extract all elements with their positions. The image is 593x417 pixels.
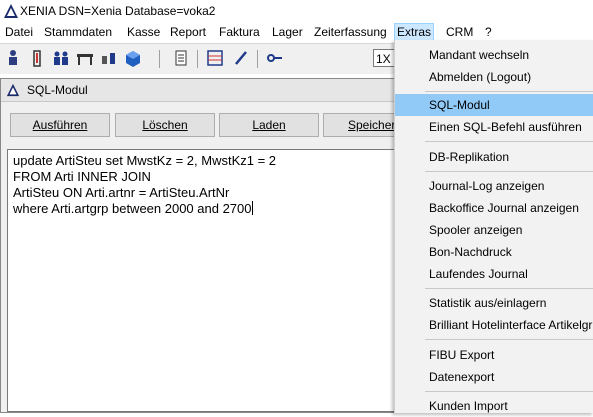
group-icon[interactable] bbox=[51, 48, 71, 68]
menu-item-hotelinterface[interactable]: Brilliant Hotelinterface Artikelgruppen bbox=[395, 314, 593, 336]
pen-icon[interactable] bbox=[231, 48, 251, 68]
menu-separator bbox=[425, 391, 593, 392]
text-caret bbox=[251, 201, 253, 215]
title-bar: XENIA DSN=Xenia Database=voka2 bbox=[0, 0, 593, 22]
menu-item-backoffice-journal[interactable]: Backoffice Journal anzeigen bbox=[395, 197, 593, 219]
save-button[interactable]: Speichern bbox=[323, 113, 401, 137]
menu-bar: Datei Stammdaten Kasse Report Faktura La… bbox=[0, 22, 593, 42]
execute-button[interactable]: Ausführen bbox=[10, 113, 110, 137]
menu-item-label: SQL-Modul bbox=[429, 98, 490, 112]
menu-item-label: Abmelden (Logout) bbox=[429, 70, 532, 84]
menu-item-journal-log[interactable]: Journal-Log anzeigen bbox=[395, 175, 593, 197]
menu-item-mandant-wechseln[interactable]: Mandant wechseln bbox=[395, 44, 593, 66]
menu-item-abmelden[interactable]: Abmelden (Logout) bbox=[395, 66, 593, 88]
menu-item-laufendes-journal[interactable]: Laufendes Journal bbox=[395, 263, 593, 285]
menu-item-label: Laufendes Journal bbox=[429, 267, 528, 281]
abacus-icon[interactable] bbox=[205, 48, 225, 68]
clear-button[interactable]: Löschen bbox=[115, 113, 215, 137]
menu-report[interactable]: Report bbox=[168, 24, 208, 40]
table-icon[interactable] bbox=[75, 48, 95, 68]
menu-item-fibu-export[interactable]: FIBU Export bbox=[395, 344, 593, 366]
menu-crm[interactable]: CRM bbox=[444, 24, 475, 40]
menu-item-kunden-import[interactable]: Kunden Import bbox=[395, 395, 593, 417]
menu-separator bbox=[425, 288, 593, 289]
clear-button-label: Löschen bbox=[142, 118, 188, 132]
menu-separator bbox=[425, 141, 593, 142]
menu-item-db-replikation[interactable]: DB-Replikation bbox=[395, 146, 593, 168]
sql-module-window: SQL-Modul Ausführen Löschen Laden Speich… bbox=[0, 78, 401, 413]
menu-item-label: Spooler anzeigen bbox=[429, 223, 523, 237]
menu-separator bbox=[425, 339, 593, 340]
load-button-label: Laden bbox=[252, 118, 286, 132]
menu-item-label: Statistik aus/einlagern bbox=[429, 296, 547, 310]
menu-help[interactable]: ? bbox=[483, 24, 494, 40]
menu-item-label: Bon-Nachdruck bbox=[429, 245, 512, 259]
sql-query-editor[interactable]: update ArtiSteu set MwstKz = 2, MwstKz1 … bbox=[7, 149, 399, 412]
menu-item-datenexport[interactable]: Datenexport bbox=[395, 366, 593, 388]
menu-item-label: Einen SQL-Befehl ausführen bbox=[429, 120, 582, 134]
toolbar-separator bbox=[257, 50, 258, 68]
box-icon[interactable] bbox=[123, 48, 143, 68]
menu-item-spooler[interactable]: Spooler anzeigen bbox=[395, 219, 593, 241]
menu-item-label: Brilliant Hotelinterface Artikelgruppen bbox=[429, 318, 593, 332]
door-icon[interactable] bbox=[27, 48, 47, 68]
menu-item-label: Journal-Log anzeigen bbox=[429, 179, 545, 193]
menu-item-sql-modul[interactable]: SQL-Modul bbox=[395, 94, 593, 116]
extras-dropdown-menu: Mandant wechseln Abmelden (Logout) SQL-M… bbox=[394, 40, 593, 413]
menu-item-label: Backoffice Journal anzeigen bbox=[429, 201, 579, 215]
query-line: FROM Arti INNER JOIN bbox=[13, 169, 151, 184]
menu-item-label: DB-Replikation bbox=[429, 150, 510, 164]
menu-separator bbox=[425, 171, 593, 172]
menu-extras[interactable]: Extras bbox=[394, 23, 435, 41]
menu-item-label: Kunden Import bbox=[429, 399, 508, 413]
sql-window-title: SQL-Modul bbox=[27, 83, 88, 97]
menu-stammdaten[interactable]: Stammdaten bbox=[42, 24, 114, 40]
menu-kasse[interactable]: Kasse bbox=[125, 24, 162, 40]
menu-separator bbox=[425, 91, 593, 92]
key-icon[interactable] bbox=[265, 48, 285, 68]
sql-window-titlebar[interactable]: SQL-Modul bbox=[1, 79, 399, 102]
xenia-logo-icon bbox=[4, 4, 18, 18]
toolbar-separator bbox=[159, 50, 160, 68]
query-line: ArtiSteu ON Arti.artnr = ArtiSteu.ArtNr bbox=[13, 185, 230, 200]
menu-item-label: FIBU Export bbox=[429, 348, 495, 362]
menu-item-bon-nachdruck[interactable]: Bon-Nachdruck bbox=[395, 241, 593, 263]
person-icon[interactable] bbox=[3, 48, 23, 68]
menu-lager[interactable]: Lager bbox=[270, 24, 305, 40]
xenia-logo-icon bbox=[6, 83, 20, 97]
menu-item-sql-befehl[interactable]: Einen SQL-Befehl ausführen bbox=[395, 116, 593, 138]
query-line: update ArtiSteu set MwstKz = 2, MwstKz1 … bbox=[13, 153, 277, 168]
toolbar-separator bbox=[197, 50, 198, 68]
list-icon[interactable] bbox=[171, 48, 191, 68]
load-button[interactable]: Laden bbox=[219, 113, 319, 137]
menu-faktura[interactable]: Faktura bbox=[217, 24, 262, 40]
menu-item-label: Mandant wechseln bbox=[429, 48, 530, 62]
tools-icon[interactable] bbox=[99, 48, 119, 68]
menu-datei[interactable]: Datei bbox=[3, 24, 35, 40]
menu-item-statistik[interactable]: Statistik aus/einlagern bbox=[395, 292, 593, 314]
menu-zeiterfassung[interactable]: Zeiterfassung bbox=[312, 24, 389, 40]
window-title: XENIA DSN=Xenia Database=voka2 bbox=[20, 4, 216, 18]
execute-button-label: Ausführen bbox=[32, 118, 88, 132]
query-line: where Arti.artgrp between 2000 and 2700 bbox=[13, 201, 252, 216]
query-last-line-wrap: where Arti.artgrp between 2000 and 2700 bbox=[13, 201, 253, 216]
menu-item-label: Datenexport bbox=[429, 370, 495, 384]
